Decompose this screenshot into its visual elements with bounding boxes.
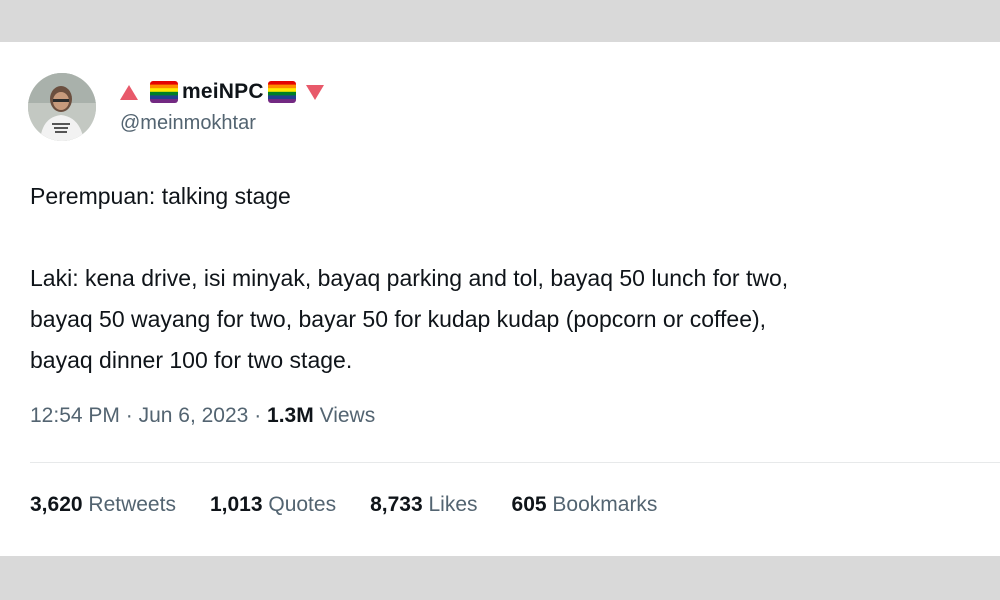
likes-count: 8,733 [370,493,423,516]
tweet-line: bayaq 50 wayang for two, bayar 50 for ku… [30,306,767,332]
tweet-line: Perempuan: talking stage [30,183,291,209]
bookmarks-stat[interactable]: 605 Bookmarks [512,493,658,517]
rainbow-flag-icon [267,81,296,103]
quotes-label: Quotes [268,493,337,516]
tweet-date[interactable]: Jun 6, 2023 [139,404,249,427]
meta-separator: · [125,404,133,427]
tweet-meta: 12:54 PM · Jun 6, 2023 · 1.3M Views [30,404,375,428]
author-handle[interactable]: @meinmokhtar [120,112,256,135]
avatar-image [28,73,96,141]
retweets-label: Retweets [88,493,176,516]
quotes-count: 1,013 [209,493,263,516]
divider [30,462,1000,463]
avatar[interactable] [28,73,96,141]
views-count: 1.3M [267,404,314,427]
retweets-count: 3,620 [30,493,83,516]
red-down-triangle-icon [305,84,324,100]
tweet-card: meiNPC @meinmokhtar Perempuan: talking s… [0,42,1000,556]
author-display-name[interactable]: meiNPC [182,80,264,104]
retweets-stat[interactable]: 3,620 Retweets [30,493,176,517]
quotes-stat[interactable]: 1,013 Quotes [210,493,336,517]
tweet-time[interactable]: 12:54 PM [30,404,120,427]
author-name-row[interactable]: meiNPC [120,78,324,106]
red-up-triangle-icon [120,84,138,100]
bookmarks-count: 605 [511,493,547,516]
tweet-line: Laki: kena drive, isi minyak, bayaq park… [30,265,789,291]
rainbow-flag-icon [150,81,178,103]
tweet-text: Perempuan: talking stage Laki: kena driv… [30,176,990,381]
tweet-line: bayaq dinner 100 for two stage. [30,347,353,373]
views-label: Views [319,404,376,427]
bookmarks-label: Bookmarks [552,493,658,516]
meta-separator: · [254,404,262,427]
likes-stat[interactable]: 8,733 Likes [370,493,477,517]
engagement-stats: 3,620 Retweets 1,013 Quotes 8,733 Likes … [30,493,691,517]
likes-label: Likes [428,493,478,516]
